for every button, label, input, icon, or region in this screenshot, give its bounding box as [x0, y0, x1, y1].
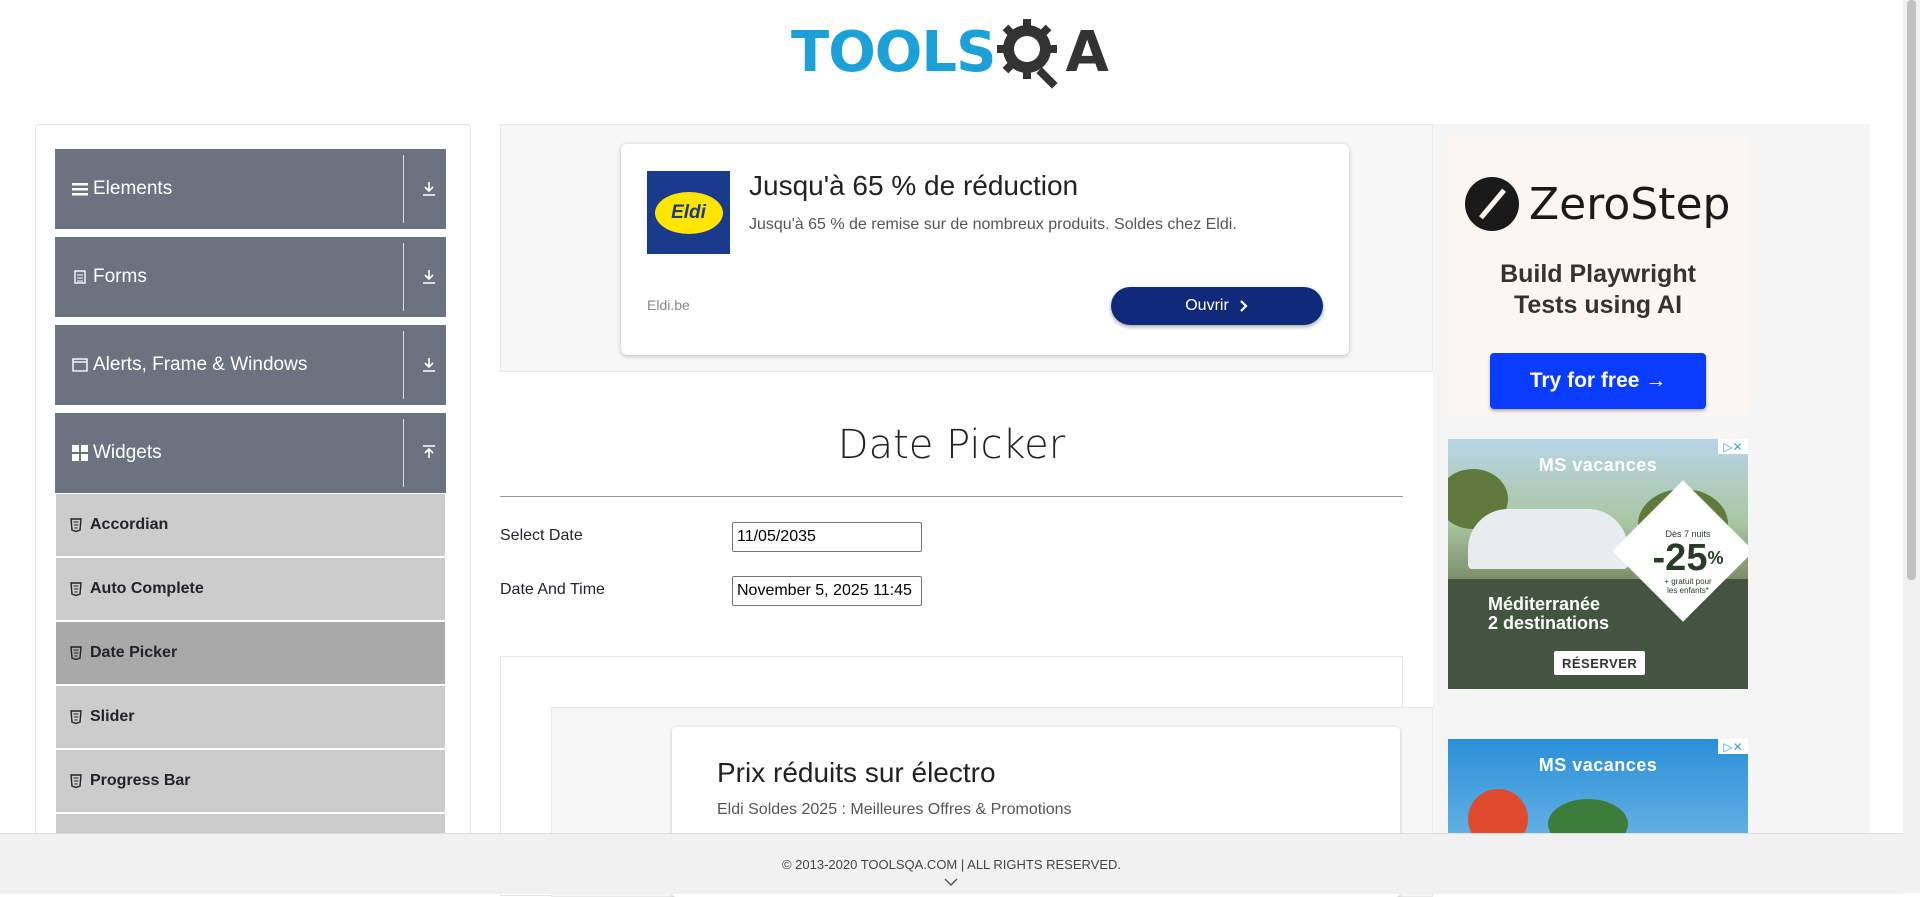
discount-percent: %	[1707, 548, 1724, 568]
chevron-right-icon	[1240, 300, 1248, 312]
upload-arrow-icon	[423, 445, 435, 458]
ms-vacances-ad[interactable]: MS vacances Dès 7 nuits -25% + gratuit p…	[1448, 439, 1748, 689]
ad-title: Prix réduits sur électro	[717, 757, 996, 788]
date-and-time-input[interactable]	[732, 576, 922, 606]
nav-group-label: Elements	[93, 178, 173, 199]
copyright-text: © 2013-2020 TOOLSQA.COM | ALL RIGHTS RES…	[781, 857, 1122, 872]
eldi-logo: Eldi	[647, 171, 730, 254]
html5-icon	[70, 582, 82, 596]
divider	[403, 419, 404, 487]
ad-open-button[interactable]: Ouvrir	[1111, 287, 1323, 325]
try-for-free-button[interactable]: Try for free →	[1490, 353, 1706, 409]
adchoices-icon[interactable]: ▷✕	[1718, 739, 1748, 754]
date-and-time-label: Date And Time	[500, 581, 605, 598]
zerostep-logo-icon	[1465, 177, 1519, 231]
footer: © 2013-2020 TOOLSQA.COM | ALL RIGHTS RES…	[0, 833, 1903, 894]
divider	[403, 243, 404, 311]
select-date-input[interactable]	[732, 522, 922, 552]
page-title: Date Picker	[837, 422, 1066, 468]
html5-icon	[70, 710, 82, 724]
zerostep-ad[interactable]: ZeroStep Build Playwright Tests using AI…	[1448, 137, 1748, 415]
nav-item-label: Progress Bar	[90, 772, 191, 789]
nav-group-forms[interactable]: Forms	[55, 237, 446, 317]
ms-vacances-brand: MS vacances	[1538, 455, 1658, 475]
divider	[403, 155, 404, 223]
destination-line-1: Méditerranée	[1488, 594, 1601, 614]
html5-icon	[70, 518, 82, 532]
zerostep-tagline: Build Playwright Tests using AI	[1448, 259, 1748, 321]
tagline-line-2: Tests using AI	[1513, 291, 1683, 319]
download-arrow-icon	[423, 358, 435, 372]
html5-icon	[70, 774, 82, 788]
eldi-logo-text: Eldi	[652, 189, 725, 236]
ad-description: Jusqu'à 65 % de remise sur de nombreux p…	[749, 216, 1237, 233]
discount-value: -25	[1652, 537, 1708, 579]
hamburger-icon	[72, 181, 88, 197]
chevron-down-icon[interactable]	[943, 877, 959, 887]
nav-group-alerts[interactable]: Alerts, Frame & Windows	[55, 325, 446, 405]
nav-item-slider[interactable]: Slider	[56, 686, 445, 748]
html5-icon	[70, 646, 82, 660]
zerostep-brand: ZeroStep	[1529, 178, 1731, 230]
tent-image	[1468, 509, 1628, 569]
discount-sub-2: les enfants*	[1667, 586, 1709, 595]
divider	[403, 331, 404, 399]
download-arrow-icon	[423, 270, 435, 284]
logo-text-tools: TOOLS	[791, 19, 996, 85]
toolsqa-logo[interactable]: TOOLS A	[791, 15, 1109, 90]
grid-icon	[72, 445, 88, 461]
window-icon	[72, 357, 88, 373]
discount-text: Dès 7 nuits -25% + gratuit pour les enfa…	[1638, 529, 1738, 595]
page-scrollbar[interactable]	[1903, 0, 1920, 893]
scrollbar-thumb[interactable]	[1907, 0, 1916, 580]
nav-item-auto-complete[interactable]: Auto Complete	[56, 558, 445, 620]
nav-group-widgets[interactable]: Widgets	[55, 413, 446, 493]
gear-q-icon	[997, 18, 1059, 89]
nav-item-label: Slider	[90, 708, 135, 725]
nav-item-accordian[interactable]: Accordian	[56, 494, 445, 556]
ad-description: Eldi Soldes 2025 : Meilleures Offres & P…	[717, 801, 1072, 818]
ad-card[interactable]: Eldi Jusqu'à 65 % de réduction Jusqu'à 6…	[621, 144, 1349, 355]
adchoices-icon[interactable]: ▷✕	[1718, 439, 1748, 454]
tagline-line-1: Build Playwright	[1500, 260, 1696, 288]
nav-group-elements[interactable]: Elements	[55, 149, 446, 229]
logo-text-a: A	[1065, 19, 1108, 85]
download-arrow-icon	[423, 182, 435, 196]
ms-vacances-brand: MS vacances	[1538, 755, 1658, 775]
nav-item-date-picker[interactable]: Date Picker	[56, 622, 445, 684]
ms-vacances-ad-2[interactable]: MS vacances ▷✕	[1448, 739, 1748, 835]
reserver-button[interactable]: RÉSERVER	[1554, 651, 1646, 675]
destination-line-2: 2 destinations	[1488, 613, 1610, 633]
nav-item-progress-bar[interactable]: Progress Bar	[56, 750, 445, 812]
ad-open-label: Ouvrir	[1185, 297, 1229, 314]
ad-title: Jusqu'à 65 % de réduction	[749, 170, 1079, 201]
destination-text: Méditerranée 2 destinations	[1488, 595, 1609, 633]
select-date-label: Select Date	[500, 527, 583, 544]
nav-item-label: Date Picker	[90, 644, 178, 661]
nav-item-label: Auto Complete	[90, 580, 204, 597]
nav-group-label: Alerts, Frame & Windows	[93, 354, 308, 375]
nav-group-label: Forms	[93, 266, 147, 287]
title-divider	[500, 496, 1403, 497]
document-icon	[72, 269, 88, 285]
ad-domain[interactable]: Eldi.be	[647, 297, 690, 313]
nav-item-label: Accordian	[90, 516, 169, 533]
nav-group-label: Widgets	[93, 442, 162, 463]
